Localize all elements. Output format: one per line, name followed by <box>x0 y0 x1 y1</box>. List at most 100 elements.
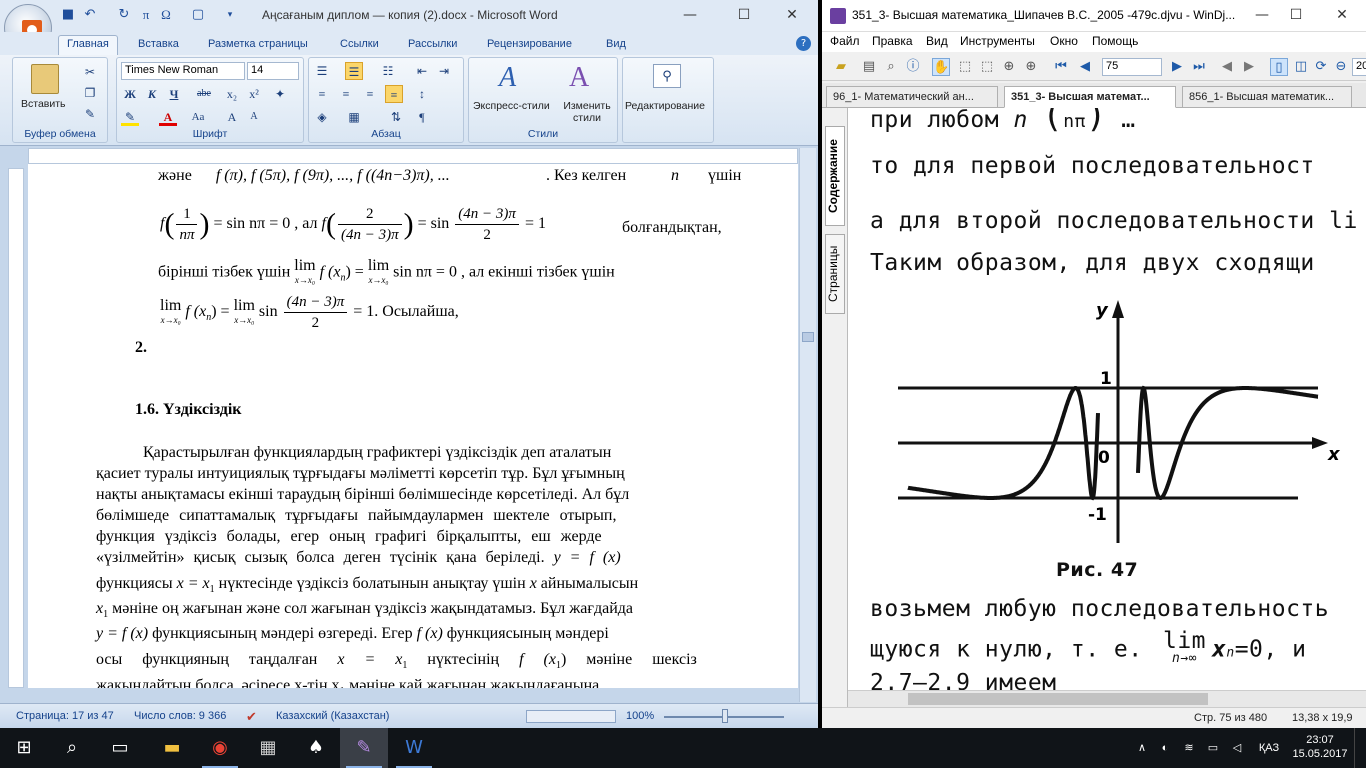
solitaire-icon[interactable]: ♠ <box>292 728 340 768</box>
highlight-icon[interactable]: ✎ <box>121 108 139 126</box>
tab-page-layout[interactable]: Разметка страницы <box>208 36 308 56</box>
subscript-icon[interactable]: x₂ <box>223 85 241 103</box>
align-center-icon[interactable]: ≡ <box>337 85 355 103</box>
scroll-thumb[interactable] <box>802 332 814 342</box>
battery-icon[interactable]: ▭ <box>1204 728 1222 768</box>
close-button[interactable]: ✕ <box>772 2 812 28</box>
menu-file[interactable]: Файл <box>830 34 860 48</box>
tab-references[interactable]: Ссылки <box>340 36 379 56</box>
wifi-icon[interactable]: ≋ <box>1180 728 1198 768</box>
tray-app-icon[interactable]: ◐ <box>1156 728 1174 768</box>
find-icon[interactable]: ⌕ <box>882 58 900 76</box>
menu-window[interactable]: Окно <box>1050 34 1078 48</box>
font-name-combo[interactable]: Times New Roman <box>121 62 245 80</box>
align-left-icon[interactable]: ≡ <box>313 85 331 103</box>
status-language[interactable]: Казахский (Казахстан) <box>276 710 389 722</box>
clear-format-icon[interactable]: ✦ <box>271 85 289 103</box>
tab-insert[interactable]: Вставка <box>138 36 179 56</box>
page-number-input[interactable]: 75 <box>1102 58 1162 76</box>
font-size-combo[interactable]: 14 <box>247 62 299 80</box>
zoom-rect-icon[interactable]: ⊕ <box>1022 58 1040 76</box>
pi-equation-icon[interactable]: π <box>138 7 154 23</box>
qat-customize-icon[interactable]: ▾ <box>222 7 238 23</box>
bullets-icon[interactable]: ☰ <box>313 62 331 80</box>
explorer-icon[interactable]: ▬ <box>148 728 196 768</box>
search-icon[interactable]: ⌕ <box>48 728 96 768</box>
doc-tab-2[interactable]: 351_3- Высшая математ... <box>1004 86 1176 108</box>
prev-page-icon[interactable]: ◀ <box>1076 58 1094 76</box>
start-button[interactable]: ⊞ <box>0 728 48 768</box>
justify-icon[interactable]: ≡ <box>385 85 403 103</box>
menu-edit[interactable]: Правка <box>872 34 913 48</box>
zoom-slider-thumb[interactable] <box>722 709 728 723</box>
djview-scroll-thumb[interactable] <box>908 693 1208 705</box>
maximize-button[interactable]: ☐ <box>724 2 764 28</box>
spellcheck-icon[interactable]: ✔ <box>246 709 257 725</box>
help-icon[interactable]: ? <box>796 36 811 51</box>
document-page[interactable]: және f (π), f (5π), f (9π), ..., f ((4n−… <box>28 164 798 688</box>
status-zoom[interactable]: 100% <box>626 710 654 722</box>
sidebar-tab-contents[interactable]: Содержание <box>825 126 845 226</box>
select-text-icon[interactable]: ⬚ <box>978 58 996 76</box>
change-case-icon[interactable]: Aa <box>189 108 207 126</box>
editing-button[interactable]: Редактирование <box>625 100 705 112</box>
format-painter-icon[interactable]: ✎ <box>81 105 99 123</box>
change-styles-button[interactable]: Изменить стили <box>559 100 615 124</box>
zoom-out-icon[interactable]: ⊖ <box>1332 58 1350 76</box>
align-right-icon[interactable]: ≡ <box>361 85 379 103</box>
numbering-icon[interactable]: ☰ <box>345 62 363 80</box>
sidebar-tab-pages[interactable]: Страницы <box>825 234 845 314</box>
djview-close-button[interactable]: ✕ <box>1322 2 1362 28</box>
doc-tab-3[interactable]: 856_1- Высшая математик... <box>1182 86 1352 108</box>
menu-view[interactable]: Вид <box>926 34 948 48</box>
borders-icon[interactable]: ▦ <box>345 108 363 126</box>
rotate-icon[interactable]: ⟳ <box>1312 58 1330 76</box>
menu-help[interactable]: Помощь <box>1092 34 1138 48</box>
task-view-icon[interactable]: ▭ <box>96 728 144 768</box>
quick-styles-button[interactable]: Экспресс-стили <box>473 100 550 112</box>
symbol-icon[interactable]: Ω <box>158 7 174 23</box>
sort-icon[interactable]: ⇅ <box>387 108 405 126</box>
word-vertical-scrollbar[interactable] <box>799 148 816 702</box>
first-page-icon[interactable]: ⏮ <box>1052 58 1070 76</box>
view-buttons[interactable] <box>526 710 616 723</box>
word-taskbar-icon[interactable]: W <box>390 728 438 768</box>
paste-button[interactable]: Вставить <box>21 98 66 110</box>
underline-icon[interactable]: Ч <box>165 85 183 103</box>
select-tool-icon[interactable]: ⬚ <box>956 58 974 76</box>
change-styles-icon[interactable]: A <box>569 62 589 94</box>
djview-page-view[interactable]: при любом n (nπ) … то для первой последо… <box>848 108 1366 690</box>
bold-icon[interactable]: Ж <box>121 85 139 103</box>
forward-icon[interactable]: ▶ <box>1240 58 1258 76</box>
volume-icon[interactable]: ◁ <box>1228 728 1246 768</box>
windjview-taskbar-icon[interactable]: ✎ <box>340 728 388 768</box>
doc-tab-1[interactable]: 96_1- Математический ан... <box>826 86 998 108</box>
paste-icon[interactable] <box>31 64 59 94</box>
show-marks-icon[interactable]: ¶ <box>413 108 431 126</box>
save-icon[interactable]: ■ <box>60 7 76 23</box>
copy-icon[interactable]: ❐ <box>81 84 99 102</box>
print-icon[interactable]: ▤ <box>860 58 878 76</box>
tab-view[interactable]: Вид <box>606 36 626 56</box>
binoculars-icon[interactable]: ⚲ <box>653 64 681 88</box>
grow-font-icon[interactable]: A <box>223 108 241 126</box>
redo-icon[interactable]: ↻ <box>116 7 132 23</box>
print-preview-icon[interactable]: ▢ <box>190 7 206 23</box>
zoom-in-tool-icon[interactable]: ⊕ <box>1000 58 1018 76</box>
strikethrough-icon[interactable]: abe <box>195 85 213 103</box>
multilevel-list-icon[interactable]: ☷ <box>379 62 397 80</box>
tab-review[interactable]: Рецензирование <box>487 36 572 56</box>
info-icon[interactable]: ⓘ <box>904 58 922 76</box>
horizontal-ruler[interactable] <box>28 148 798 164</box>
menu-tools[interactable]: Инструменты <box>960 34 1035 48</box>
minimize-button[interactable]: — <box>670 2 710 28</box>
open-icon[interactable]: ▰ <box>832 58 850 76</box>
quick-styles-icon[interactable]: A <box>499 62 516 94</box>
last-page-icon[interactable]: ⏭ <box>1190 58 1208 76</box>
calculator-icon[interactable]: ▦ <box>244 728 292 768</box>
next-page-icon[interactable]: ▶ <box>1168 58 1186 76</box>
superscript-icon[interactable]: x² <box>245 85 263 103</box>
increase-indent-icon[interactable]: ⇥ <box>435 62 453 80</box>
shrink-font-icon[interactable]: A <box>245 108 263 126</box>
djview-horizontal-scrollbar[interactable] <box>848 690 1366 707</box>
